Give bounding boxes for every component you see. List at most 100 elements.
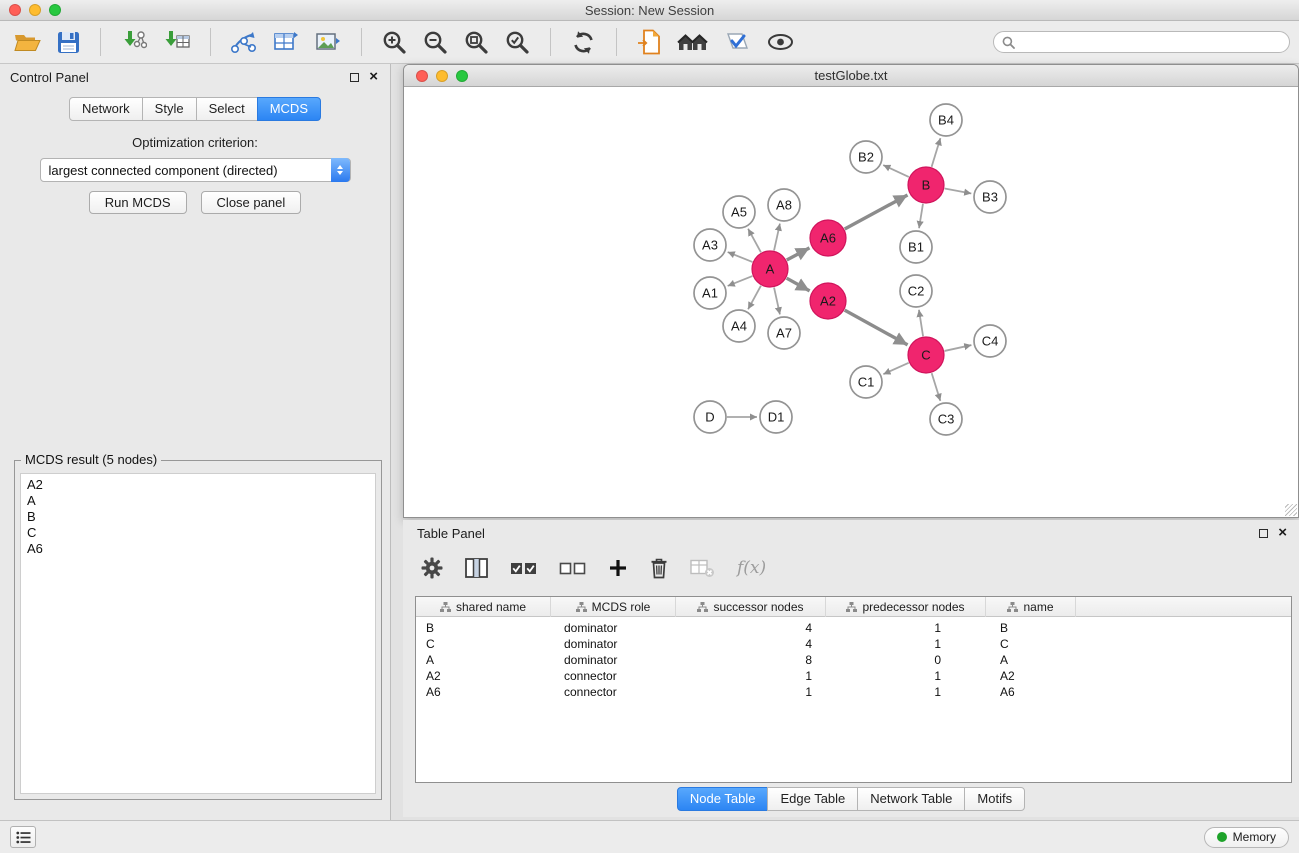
delete-table-button[interactable]: [690, 559, 715, 578]
float-table-panel-icon[interactable]: [1259, 529, 1268, 538]
mcds-result-item[interactable]: A6: [27, 541, 369, 557]
maximize-window-button[interactable]: [49, 4, 61, 16]
graph-node-A6[interactable]: A6: [810, 220, 846, 256]
table-button[interactable]: [273, 30, 299, 54]
column-header-mcds-role[interactable]: MCDS role: [551, 597, 676, 617]
graph-edge-A6-B[interactable]: [845, 195, 908, 229]
graph-edge-A-A8[interactable]: [774, 224, 780, 251]
graph-node-A[interactable]: A: [752, 251, 788, 287]
graph-node-B3[interactable]: B3: [974, 181, 1006, 213]
column-header-predecessor-nodes[interactable]: predecessor nodes: [826, 597, 986, 617]
show-columns-button[interactable]: [465, 558, 488, 578]
table-row[interactable]: A dominator 8 0 A: [416, 652, 1291, 668]
graph-node-C2[interactable]: C2: [900, 275, 932, 307]
document-button[interactable]: [637, 29, 661, 55]
tab-motifs[interactable]: Motifs: [964, 787, 1025, 811]
column-header-name[interactable]: name: [986, 597, 1076, 617]
show-view-button[interactable]: [767, 32, 794, 52]
graph-edge-A-A6[interactable]: [787, 248, 810, 260]
network-close-button[interactable]: [416, 70, 428, 82]
mcds-result-item[interactable]: C: [27, 525, 369, 541]
zoom-in-button[interactable]: [382, 30, 407, 55]
select-all-button[interactable]: [510, 560, 537, 577]
graph-edge-A-A4[interactable]: [748, 286, 761, 310]
zoom-out-button[interactable]: [423, 30, 448, 55]
graph-edge-A-A5[interactable]: [748, 229, 761, 253]
table-row[interactable]: A6 connector 1 1 A6: [416, 684, 1291, 700]
graph-node-B2[interactable]: B2: [850, 141, 882, 173]
graph-edge-B-B2[interactable]: [883, 165, 909, 177]
graph-edge-A-A7[interactable]: [774, 288, 780, 315]
column-header-successor-nodes[interactable]: successor nodes: [676, 597, 826, 617]
minimize-window-button[interactable]: [29, 4, 41, 16]
mcds-result-item[interactable]: A: [27, 493, 369, 509]
graph-node-D1[interactable]: D1: [760, 401, 792, 433]
create-column-button[interactable]: [608, 558, 628, 578]
zoom-fit-button[interactable]: [464, 30, 489, 55]
criterion-dropdown[interactable]: largest connected component (directed): [40, 158, 351, 182]
task-history-button[interactable]: [10, 826, 36, 848]
mcds-result-list[interactable]: A2 A B C A6: [20, 473, 376, 794]
tab-edge-table[interactable]: Edge Table: [767, 787, 858, 811]
close-panel-button[interactable]: Close panel: [201, 191, 302, 214]
network-graph[interactable]: B4B2BB3A5A8A6B1A3AC2A1A2A4A7C1CC4C3DD1: [404, 88, 1298, 517]
graph-edge-A-A1[interactable]: [728, 276, 753, 286]
graph-node-B4[interactable]: B4: [930, 104, 962, 136]
graph-node-A7[interactable]: A7: [768, 317, 800, 349]
tab-node-table[interactable]: Node Table: [677, 787, 769, 811]
column-settings-button[interactable]: [421, 557, 443, 579]
graph-node-C[interactable]: C: [908, 337, 944, 373]
toolbar-search[interactable]: [993, 31, 1290, 53]
import-network-file-button[interactable]: [121, 30, 147, 54]
network-minimize-button[interactable]: [436, 70, 448, 82]
float-panel-icon[interactable]: [350, 73, 359, 82]
memory-button[interactable]: Memory: [1204, 827, 1289, 848]
graph-edge-C-C4[interactable]: [945, 345, 972, 351]
first-neighbors-button[interactable]: [677, 30, 708, 54]
graph-edge-C-C3[interactable]: [932, 373, 941, 401]
graph-node-B[interactable]: B: [908, 167, 944, 203]
tab-network-table[interactable]: Network Table: [857, 787, 965, 811]
graph-node-A2[interactable]: A2: [810, 283, 846, 319]
search-input[interactable]: [1020, 33, 1289, 51]
zoom-selected-button[interactable]: [505, 30, 530, 55]
open-file-button[interactable]: [14, 31, 41, 53]
graph-edge-A-A3[interactable]: [728, 252, 753, 262]
graph-node-D[interactable]: D: [694, 401, 726, 433]
graphics-details-button[interactable]: [724, 30, 751, 54]
save-session-button[interactable]: [57, 31, 80, 54]
tab-select[interactable]: Select: [196, 97, 258, 121]
graph-node-C4[interactable]: C4: [974, 325, 1006, 357]
graph-node-C3[interactable]: C3: [930, 403, 962, 435]
function-builder-button[interactable]: f(x): [737, 558, 766, 578]
table-row[interactable]: A2 connector 1 1 A2: [416, 668, 1291, 684]
refresh-view-button[interactable]: [571, 30, 596, 55]
graph-node-B1[interactable]: B1: [900, 231, 932, 263]
graph-edge-B-B4[interactable]: [932, 138, 941, 167]
graph-node-A3[interactable]: A3: [694, 229, 726, 261]
close-table-panel-icon[interactable]: ×: [1278, 528, 1287, 538]
graph-node-A1[interactable]: A1: [694, 277, 726, 309]
run-mcds-button[interactable]: Run MCDS: [89, 191, 187, 214]
graph-edge-B-B1[interactable]: [919, 204, 923, 228]
export-image-button[interactable]: [315, 30, 341, 54]
graph-node-A4[interactable]: A4: [723, 310, 755, 342]
tab-mcds[interactable]: MCDS: [257, 97, 321, 121]
network-button[interactable]: [231, 30, 257, 54]
mcds-result-item[interactable]: A2: [27, 477, 369, 493]
graph-edge-C-C1[interactable]: [883, 363, 908, 374]
close-window-button[interactable]: [9, 4, 21, 16]
tab-network[interactable]: Network: [69, 97, 143, 121]
table-row[interactable]: B dominator 4 1 B: [416, 620, 1291, 636]
mcds-result-item[interactable]: B: [27, 509, 369, 525]
delete-column-button[interactable]: [650, 557, 668, 579]
network-canvas[interactable]: B4B2BB3A5A8A6B1A3AC2A1A2A4A7C1CC4C3DD1: [404, 88, 1298, 517]
deselect-all-button[interactable]: [559, 560, 586, 577]
resize-grip[interactable]: [1285, 504, 1297, 516]
graph-node-A8[interactable]: A8: [768, 189, 800, 221]
import-table-file-button[interactable]: [163, 30, 190, 54]
graph-node-A5[interactable]: A5: [723, 196, 755, 228]
table-row[interactable]: C dominator 4 1 C: [416, 636, 1291, 652]
graph-edge-B-B3[interactable]: [945, 189, 972, 194]
graph-edge-C-C2[interactable]: [919, 310, 923, 336]
